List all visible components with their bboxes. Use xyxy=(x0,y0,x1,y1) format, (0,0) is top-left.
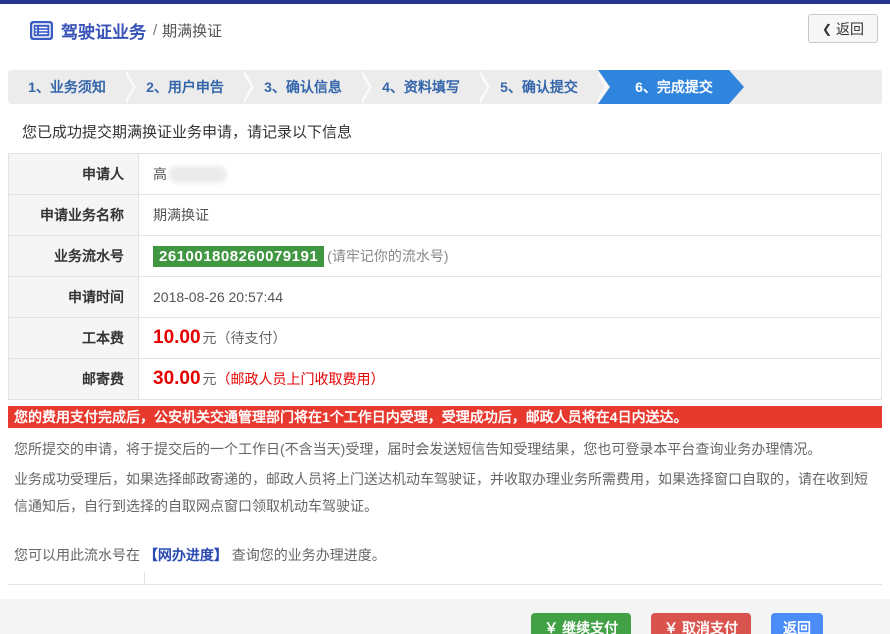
instruction-paragraph-1: 您所提交的申请，将于提交后的一个工作日(不含当天)受理，届时会发送短信告知受理结… xyxy=(14,436,876,463)
success-message: 您已成功提交期满换证业务申请，请记录以下信息 xyxy=(8,121,882,142)
table-row-serial: 业务流水号 261001808260079191 (请牢记你的流水号) xyxy=(9,236,881,277)
redacted-name-blur xyxy=(169,166,227,183)
progress-hint-suffix: 查询您的业务办理进度。 xyxy=(232,547,386,563)
step-3-confirm-info[interactable]: 3、确认信息 xyxy=(244,70,362,104)
back-button[interactable]: ❮ 返回 xyxy=(808,14,878,43)
fee-amount: 10.00 xyxy=(153,327,201,349)
serial-label: 业务流水号 xyxy=(9,236,139,276)
table-row-postage: 邮寄费 30.00 元 （邮政人员上门收取费用） xyxy=(9,359,881,400)
table-column-divider-tail xyxy=(14,572,145,584)
list-icon xyxy=(30,21,53,40)
postage-unit: 元 xyxy=(203,369,217,389)
return-button[interactable]: 返回 xyxy=(771,613,823,634)
progress-hint-prefix: 您可以用此流水号在 xyxy=(14,547,140,563)
table-row-fee: 工本费 10.00 元 （待支付） xyxy=(9,318,881,359)
wangban-progress-ref: 【网办进度】 xyxy=(144,547,228,563)
fee-label: 工本费 xyxy=(9,318,139,358)
cancel-payment-button[interactable]: ￥ 取消支付 xyxy=(651,613,751,634)
back-button-label: 返回 xyxy=(836,19,864,39)
steps-filler xyxy=(744,70,882,104)
page-title: 驾驶证业务 xyxy=(61,18,146,43)
action-footer: ￥ 继续支付 ￥ 取消支付 返回 xyxy=(0,599,890,634)
fee-note: （待支付） xyxy=(217,328,287,348)
time-value: 2018-08-26 20:57:44 xyxy=(139,277,881,317)
step-4-fill-data[interactable]: 4、资料填写 xyxy=(362,70,480,104)
fee-value: 10.00 元 （待支付） xyxy=(139,318,881,358)
application-info-table: 申请人 高 申请业务名称 期满换证 业务流水号 2610018082600791… xyxy=(8,153,882,400)
step-2-user-declaration[interactable]: 2、用户申告 xyxy=(126,70,244,104)
continue-payment-button[interactable]: ￥ 继续支付 xyxy=(531,613,631,634)
serial-number-badge: 261001808260079191 xyxy=(153,246,324,267)
back-chevron-icon: ❮ xyxy=(822,22,832,36)
applicant-label: 申请人 xyxy=(9,154,139,194)
serial-value: 261001808260079191 (请牢记你的流水号) xyxy=(139,236,881,276)
postage-note: （邮政人员上门收取费用） xyxy=(217,369,385,389)
breadcrumb-separator: / xyxy=(153,22,157,39)
time-label: 申请时间 xyxy=(9,277,139,317)
instruction-paragraph-2: 业务成功受理后，如果选择邮政寄递的，邮政人员将上门送达机动车驾驶证，并收取办理业… xyxy=(14,466,876,520)
applicant-name: 高 xyxy=(153,164,167,184)
step-6-complete-submit: 6、完成提交 xyxy=(598,70,744,104)
step-5-confirm-submit[interactable]: 5、确认提交 xyxy=(480,70,598,104)
serial-note: (请牢记你的流水号) xyxy=(327,246,448,266)
wizard-steps: 1、业务须知 2、用户申告 3、确认信息 4、资料填写 5、确认提交 6、完成提… xyxy=(8,70,882,104)
instruction-paragraph-3: 您可以用此流水号在 【网办进度】 查询您的业务办理进度。 xyxy=(14,542,876,569)
payment-warning-banner: 您的费用支付完成后，公安机关交通管理部门将在1个工作日内受理，受理成功后，邮政人… xyxy=(8,406,882,428)
fee-unit: 元 xyxy=(203,328,217,348)
table-row-time: 申请时间 2018-08-26 20:57:44 xyxy=(9,277,881,318)
breadcrumb-current: 期满换证 xyxy=(162,20,222,41)
step-1-business-notice[interactable]: 1、业务须知 xyxy=(8,70,126,104)
postage-label: 邮寄费 xyxy=(9,359,139,399)
instructions-section: 您所提交的申请，将于提交后的一个工作日(不含当天)受理，届时会发送短信告知受理结… xyxy=(8,428,882,585)
page-header: 驾驶证业务 / 期满换证 ❮ 返回 xyxy=(0,4,890,56)
business-value: 期满换证 xyxy=(139,195,881,235)
table-row-applicant: 申请人 高 xyxy=(9,154,881,195)
business-label: 申请业务名称 xyxy=(9,195,139,235)
postage-amount: 30.00 xyxy=(153,368,201,390)
table-row-business: 申请业务名称 期满换证 xyxy=(9,195,881,236)
applicant-value: 高 xyxy=(139,154,881,194)
postage-value: 30.00 元 （邮政人员上门收取费用） xyxy=(139,359,881,399)
